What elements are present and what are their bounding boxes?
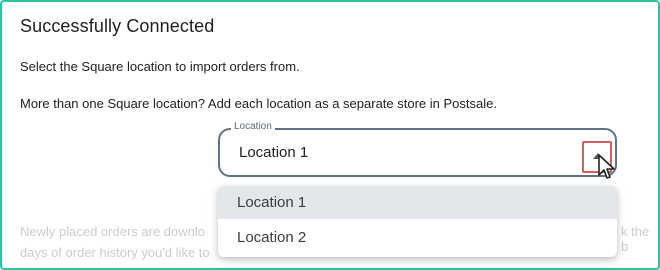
location-select[interactable]: Location 1 [218,128,617,177]
location-options-menu: Location 1 Location 2 [218,186,617,257]
option-location-1[interactable]: Location 1 [218,186,617,219]
obscured-text-start: Newly placed orders are downlo [20,224,205,239]
location-select-value: Location 1 [239,144,309,161]
obscured-text-second-line: days of order history you'd like to [20,245,210,260]
option-location-2[interactable]: Location 2 [218,221,617,254]
instruction-text: Select the Square location to import ord… [20,59,300,74]
page-title: Successfully Connected [20,16,215,36]
multi-location-hint: More than one Square location? Add each … [20,96,497,111]
mouse-pointer-icon [598,154,615,179]
obscured-text-end: k the b [621,224,650,254]
location-select-label: Location [231,121,275,132]
